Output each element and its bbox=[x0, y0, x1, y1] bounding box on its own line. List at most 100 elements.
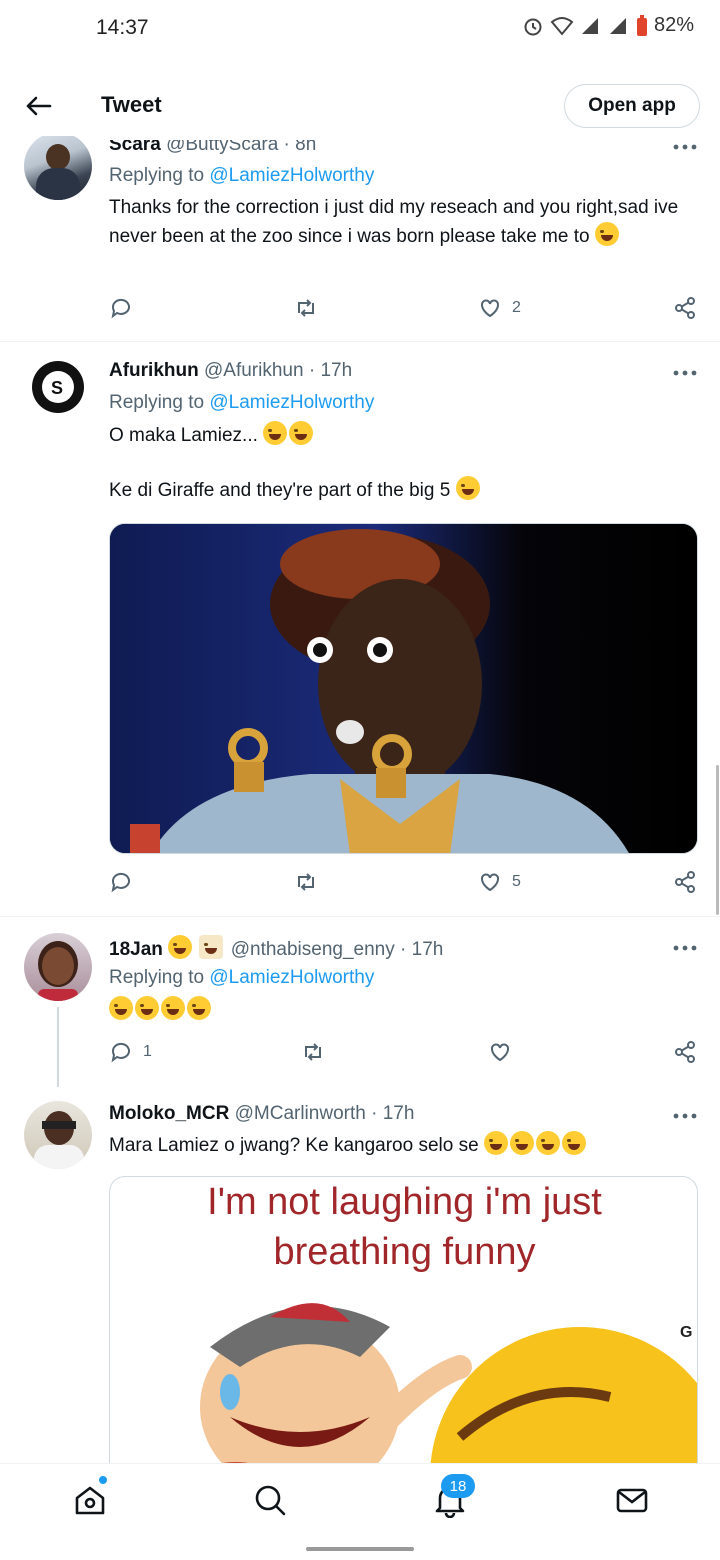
author-handle[interactable]: @ButtyScara · 8h bbox=[166, 140, 316, 155]
more-icon[interactable] bbox=[672, 368, 698, 378]
top-header: Tweet Open app bbox=[0, 78, 720, 136]
photo-woman-surprised bbox=[110, 524, 697, 853]
rofl-emoji bbox=[109, 996, 133, 1020]
tweet-text bbox=[109, 996, 699, 1025]
author-handle[interactable]: @MCarlinworth · 17h bbox=[235, 1103, 415, 1124]
heart-icon bbox=[481, 873, 499, 892]
retweet-icon bbox=[305, 1043, 321, 1061]
tweet-actions: 5 bbox=[109, 870, 699, 900]
crying-emoji bbox=[289, 421, 314, 445]
crying-emoji bbox=[263, 421, 288, 445]
reply-button[interactable] bbox=[109, 870, 133, 894]
reply-button[interactable] bbox=[109, 296, 133, 320]
replying-to: Replying to @LamiezHolworthy bbox=[109, 165, 374, 187]
replying-label: Replying to bbox=[109, 967, 205, 988]
tweet-actions: 2 bbox=[109, 296, 699, 326]
retweet-icon bbox=[298, 873, 314, 891]
tweet-afurikhun[interactable]: S Afurikhun @Afurikhun · 17h Replying to… bbox=[0, 342, 720, 917]
open-app-button[interactable]: Open app bbox=[564, 84, 700, 128]
replying-label: Replying to bbox=[109, 165, 205, 186]
avatar[interactable] bbox=[24, 933, 92, 1001]
more-icon[interactable] bbox=[672, 943, 698, 953]
like-button[interactable]: 2 bbox=[478, 296, 521, 320]
share-icon bbox=[675, 1041, 695, 1063]
replying-to: Replying to @LamiezHolworthy bbox=[109, 392, 374, 414]
back-arrow-icon[interactable] bbox=[22, 90, 54, 122]
cake-emoji bbox=[199, 935, 224, 959]
tweet-text-body: Thanks for the correction i just did my … bbox=[109, 197, 679, 247]
tweet-actions: 1 bbox=[109, 1040, 699, 1070]
reply-icon bbox=[111, 872, 130, 893]
share-button[interactable] bbox=[673, 870, 697, 894]
heart-icon bbox=[481, 299, 499, 318]
tweet-meta: 18Jan @nthabiseng_enny · 17h bbox=[109, 935, 443, 961]
tweet-meta: Scara @ButtyScara · 8h bbox=[109, 140, 316, 156]
share-button[interactable] bbox=[673, 1040, 697, 1064]
more-icon[interactable] bbox=[672, 1111, 698, 1121]
replying-to: Replying to @LamiezHolworthy bbox=[109, 967, 374, 989]
tweet-text-line2: Ke di Giraffe and they're part of the bi… bbox=[109, 476, 699, 505]
crying-emoji bbox=[594, 222, 619, 246]
avatar[interactable] bbox=[24, 1101, 92, 1169]
like-button[interactable] bbox=[488, 1040, 512, 1064]
replying-label: Replying to bbox=[109, 392, 205, 413]
home-icon[interactable] bbox=[72, 1482, 108, 1518]
thread-line bbox=[57, 1007, 59, 1087]
like-count: 2 bbox=[512, 299, 521, 316]
tweet-text-body: Mara Lamiez o jwang? Ke kangaroo selo se bbox=[109, 1135, 479, 1156]
share-icon bbox=[675, 871, 695, 893]
rofl-emoji bbox=[135, 996, 159, 1020]
tweet-meta: Afurikhun @Afurikhun · 17h bbox=[109, 360, 352, 382]
retweet-icon bbox=[298, 299, 314, 317]
mention-link[interactable]: @LamiezHolworthy bbox=[209, 165, 374, 186]
joy-emoji bbox=[561, 1131, 586, 1155]
rofl-emoji bbox=[455, 476, 480, 500]
bottom-navigation bbox=[0, 1463, 720, 1536]
rofl-emoji bbox=[187, 996, 211, 1020]
mention-link[interactable]: @LamiezHolworthy bbox=[209, 392, 374, 413]
mention-link[interactable]: @LamiezHolworthy bbox=[209, 967, 374, 988]
avatar[interactable] bbox=[24, 132, 92, 200]
text-line: Ke di Giraffe and they're part of the bi… bbox=[109, 480, 451, 501]
meme-cartoon-laughing: G bbox=[191, 1303, 697, 1476]
author-name[interactable]: 18Jan bbox=[109, 939, 163, 960]
avatar[interactable]: S bbox=[24, 356, 92, 424]
joy-emoji bbox=[483, 1131, 508, 1155]
system-home-indicator[interactable] bbox=[306, 1547, 414, 1551]
tweet-meta: Moloko_MCR @MCarlinworth · 17h bbox=[109, 1103, 414, 1125]
text-line: O maka Lamiez... bbox=[109, 425, 258, 446]
notifications-badge: 18 bbox=[441, 1474, 475, 1498]
svg-text:G: G bbox=[680, 1324, 692, 1341]
tweet-text-line1: O maka Lamiez... bbox=[109, 421, 699, 450]
tweet-image[interactable] bbox=[109, 523, 698, 854]
like-button[interactable]: 5 bbox=[478, 870, 521, 894]
scrollbar-thumb[interactable] bbox=[716, 765, 719, 915]
joy-emoji bbox=[535, 1131, 560, 1155]
author-handle[interactable]: @Afurikhun · 17h bbox=[204, 360, 352, 381]
share-button[interactable] bbox=[673, 296, 697, 320]
retweet-button[interactable] bbox=[294, 870, 318, 894]
more-icon[interactable] bbox=[672, 142, 698, 152]
retweet-button[interactable] bbox=[301, 1040, 325, 1064]
tweet-18jan[interactable]: 18Jan @nthabiseng_enny · 17h Replying to… bbox=[0, 917, 720, 1087]
page-title: Tweet bbox=[101, 92, 162, 117]
tweet-text: Thanks for the correction i just did my … bbox=[109, 194, 699, 251]
author-name[interactable]: Scara bbox=[109, 140, 161, 155]
reply-icon bbox=[111, 298, 130, 319]
tweet-image[interactable]: I'm not laughing i'm just breathing funn… bbox=[109, 1176, 698, 1476]
joy-emoji bbox=[509, 1131, 534, 1155]
like-count: 5 bbox=[512, 873, 521, 890]
messages-mail-icon[interactable] bbox=[614, 1482, 650, 1518]
author-handle[interactable]: @nthabiseng_enny · 17h bbox=[231, 939, 444, 960]
tweet-text: Mara Lamiez o jwang? Ke kangaroo selo se bbox=[109, 1131, 699, 1160]
retweet-button[interactable] bbox=[294, 296, 318, 320]
new-content-dot bbox=[99, 1476, 107, 1484]
author-name[interactable]: Moloko_MCR bbox=[109, 1103, 229, 1124]
party-emoji bbox=[168, 935, 193, 959]
rofl-emoji bbox=[161, 996, 185, 1020]
tweet-scara[interactable]: Scara @ButtyScara · 8h Replying to @Lami… bbox=[0, 0, 720, 342]
tweet-moloko[interactable]: Moloko_MCR @MCarlinworth · 17h Mara Lami… bbox=[0, 1087, 720, 1476]
author-name[interactable]: Afurikhun bbox=[109, 360, 199, 381]
reply-button[interactable]: 1 bbox=[109, 1040, 152, 1064]
search-icon[interactable] bbox=[252, 1482, 288, 1518]
